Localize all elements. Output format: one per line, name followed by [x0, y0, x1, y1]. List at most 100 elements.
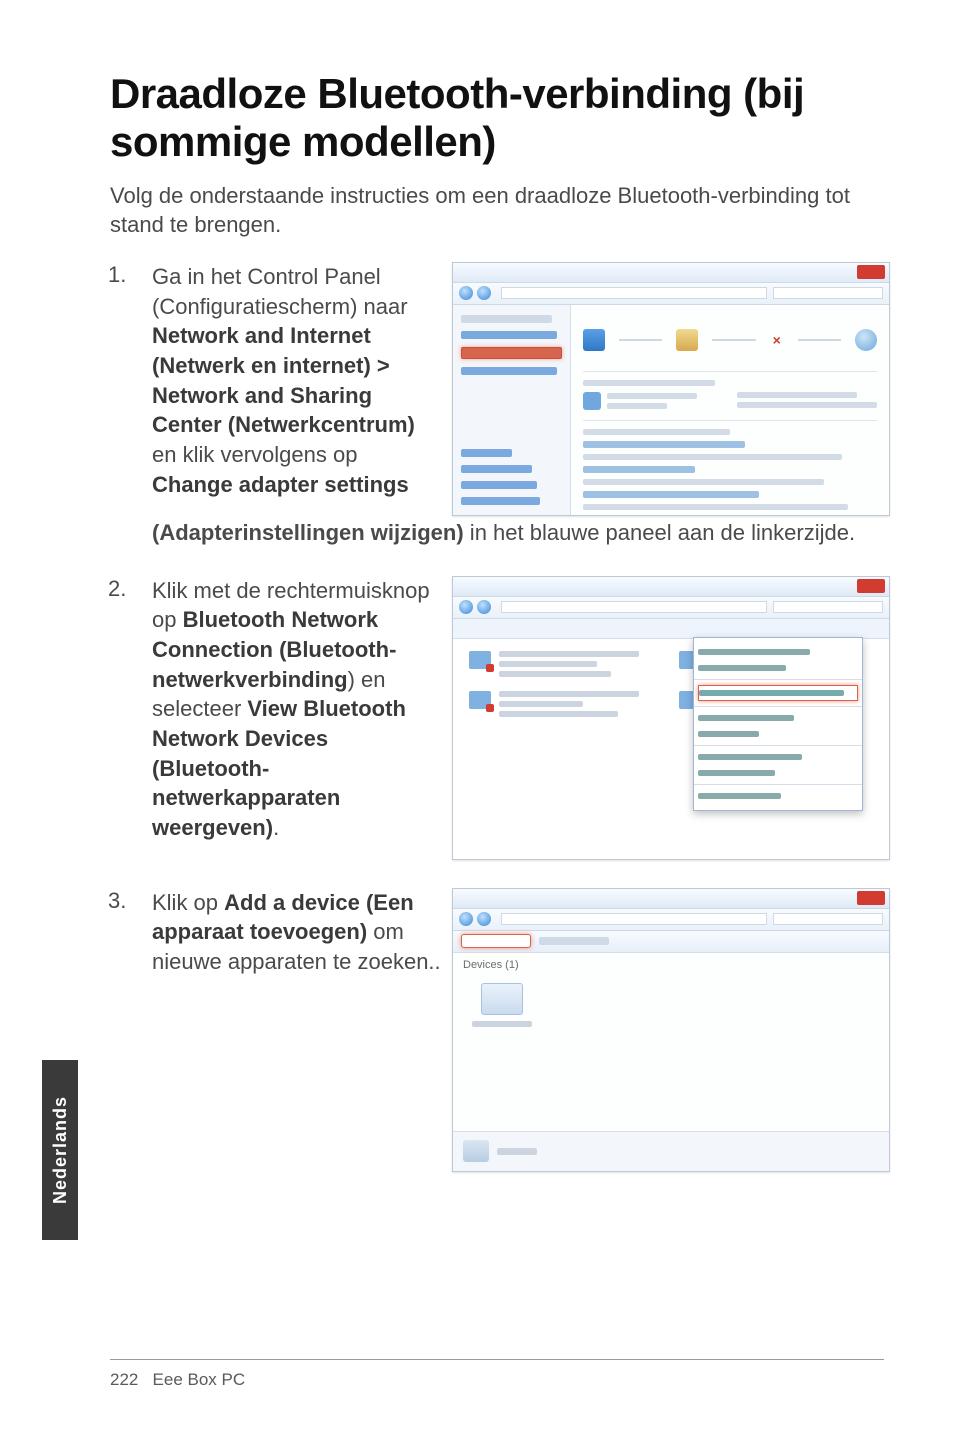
forward-icon [477, 912, 491, 926]
window-toolbar [453, 597, 889, 619]
step-1: Ga in het Control Panel (Configuratiesch… [110, 262, 884, 548]
window-toolbar [453, 283, 889, 305]
step-2: Klik met de rechtermuisknop op Bluetooth… [110, 576, 884, 860]
breadcrumb-bar [501, 913, 767, 925]
menu-item [698, 710, 858, 726]
breadcrumb-bar [501, 601, 767, 613]
details-icon [463, 1140, 489, 1162]
menu-item [698, 660, 858, 676]
list-item [469, 691, 639, 717]
forward-icon [477, 600, 491, 614]
network-icon [583, 392, 601, 410]
menu-item [698, 726, 858, 742]
network-map-row: × [583, 329, 877, 351]
device-icon [481, 983, 523, 1015]
device-label [472, 1021, 532, 1027]
screenshot-add-device: Devices (1) [452, 888, 890, 1172]
sidebar [453, 305, 571, 515]
back-icon [459, 600, 473, 614]
active-networks-block [583, 371, 877, 410]
close-icon [857, 265, 885, 279]
command-bar [453, 619, 889, 639]
menu-item [698, 788, 858, 804]
details-text [497, 1148, 537, 1155]
step-1-text-c: en klik vervolgens op [152, 442, 357, 467]
step-1-text-e: in het blauwe paneel aan de linkerzijde. [464, 520, 855, 545]
menu-item [698, 749, 858, 765]
menu-separator [694, 706, 862, 707]
page-footer: 222 Eee Box PC [110, 1359, 884, 1390]
search-input [773, 287, 883, 299]
command-item [539, 937, 609, 945]
list-item [469, 651, 639, 677]
details-pane [453, 1131, 889, 1171]
language-tab: Nederlands [42, 1060, 78, 1240]
devices-section-header: Devices (1) [453, 953, 889, 977]
sidebar-link [461, 465, 532, 473]
list-item [889, 651, 890, 677]
text-line [583, 380, 715, 386]
change-settings-block [583, 420, 877, 516]
main-pane: × [571, 305, 889, 515]
adapter-icon [469, 691, 491, 709]
menu-separator [694, 745, 862, 746]
close-icon [857, 579, 885, 593]
add-a-device-button [461, 934, 531, 948]
step-1-bold-2-part2: (Adapterinstellingen wijzigen) [152, 520, 464, 545]
search-input [773, 913, 883, 925]
screenshot-network-connections [452, 576, 890, 860]
footer-page-number: 222 [110, 1370, 138, 1389]
link-line [583, 441, 745, 448]
link-line [583, 491, 759, 498]
window-toolbar [453, 909, 889, 931]
window-titlebar [453, 577, 889, 597]
context-menu [693, 637, 863, 811]
forward-icon [477, 286, 491, 300]
step-1-text-a: Ga in het Control Panel (Configuratiesch… [152, 264, 408, 319]
menu-item [698, 644, 858, 660]
window-titlebar [453, 889, 889, 909]
back-icon [459, 912, 473, 926]
text-line [583, 429, 730, 435]
intro-paragraph: Volg de onderstaande instructies om een … [110, 181, 884, 240]
sidebar-change-adapter-settings [461, 347, 562, 359]
text-line [583, 454, 842, 460]
sidebar-item [461, 367, 557, 375]
adapter-icon [889, 651, 890, 669]
text-line [737, 402, 877, 408]
menu-item-view-bluetooth-devices [698, 685, 858, 701]
text-line [737, 392, 857, 398]
sidebar-link [461, 481, 537, 489]
sidebar-item [461, 331, 557, 339]
step-2-text-e: . [273, 815, 279, 840]
text-line [607, 393, 697, 399]
sidebar-item [461, 315, 552, 323]
text-line [583, 479, 824, 485]
step-3: Klik op Add a device (Een apparaat toevo… [110, 888, 884, 1172]
step-1-bold-1: Network and Internet (Netwerk en interne… [152, 323, 415, 437]
step-3-text-a: Klik op [152, 890, 224, 915]
house-icon [676, 329, 698, 351]
back-icon [459, 286, 473, 300]
text-line [583, 504, 848, 510]
close-icon [857, 891, 885, 905]
text-line [607, 403, 667, 409]
menu-separator [694, 679, 862, 680]
breadcrumb-bar [501, 287, 767, 299]
globe-icon [855, 329, 877, 351]
command-bar [453, 931, 889, 953]
step-1-bold-2-part1: Change adapter settings [152, 472, 409, 497]
pc-icon [583, 329, 605, 351]
screenshot-network-sharing-center: × [452, 262, 890, 516]
adapter-icon [469, 651, 491, 669]
sidebar-link [461, 497, 540, 505]
link-line [583, 466, 695, 473]
search-input [773, 601, 883, 613]
page-heading: Draadloze Bluetooth-verbinding (bij somm… [110, 70, 884, 167]
footer-product: Eee Box PC [153, 1370, 246, 1389]
menu-item [698, 765, 858, 781]
language-tab-label: Nederlands [50, 1096, 71, 1204]
sidebar-link [461, 449, 512, 457]
window-titlebar [453, 263, 889, 283]
menu-separator [694, 784, 862, 785]
